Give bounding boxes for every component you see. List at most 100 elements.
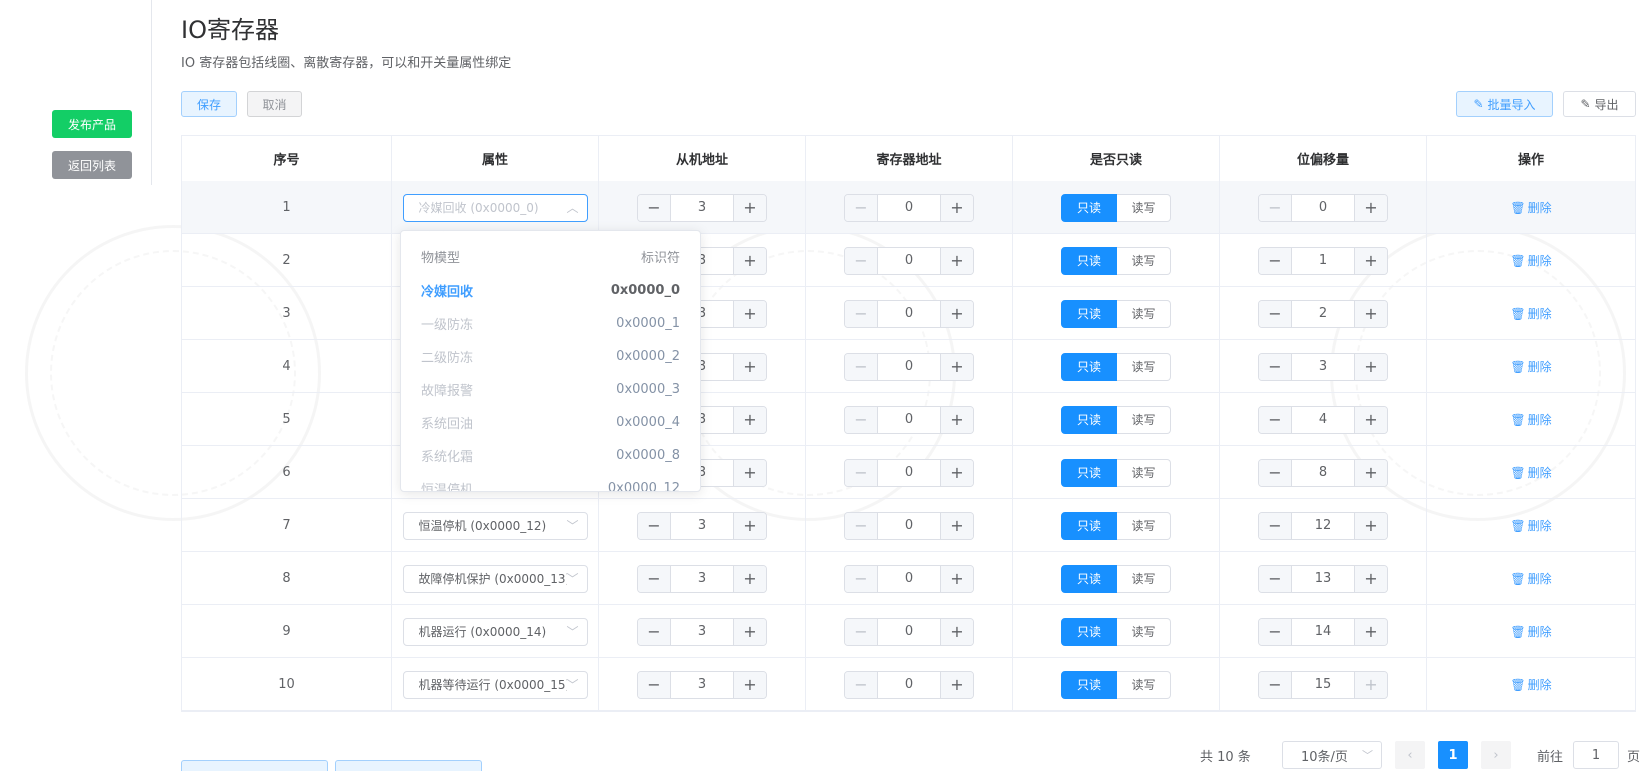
readonly-option[interactable]: 只读 [1061,193,1117,222]
decrement-button[interactable]: − [845,565,878,592]
readwrite-option[interactable]: 读写 [1117,405,1171,434]
slave-address-input[interactable]: 3 [671,672,733,698]
increment-button[interactable]: + [733,671,766,698]
increment-button[interactable]: + [733,247,766,274]
readonly-option[interactable]: 只读 [1061,564,1117,593]
readwrite-option[interactable]: 读写 [1117,617,1171,646]
readonly-option[interactable]: 只读 [1061,617,1117,646]
decrement-button[interactable]: − [845,512,878,539]
decrement-button[interactable]: − [1259,459,1292,486]
decrement-button[interactable]: − [1259,194,1292,221]
register-address-input[interactable]: 0 [878,619,940,645]
property-select[interactable]: 故障停机保护 (0x0000_13) ﹀ [402,564,588,593]
increment-button[interactable]: + [1354,406,1387,433]
delete-button[interactable]: 🗑 删除 [1510,252,1551,269]
export-button[interactable]: ✎ 导出 [1563,91,1636,117]
readwrite-option[interactable]: 读写 [1117,511,1171,540]
slave-address-input[interactable]: 3 [671,619,733,645]
dropdown-option[interactable]: 恒温停机 0x0000_12 [401,471,700,492]
bit-offset-input[interactable]: 8 [1292,460,1354,486]
increment-button[interactable]: + [1354,618,1387,645]
increment-button[interactable]: + [940,565,973,592]
save-button[interactable]: 保存 [181,91,237,117]
register-address-input[interactable]: 0 [878,460,940,486]
readwrite-option[interactable]: 读写 [1117,193,1171,222]
decrement-button[interactable]: − [845,300,878,327]
decrement-button[interactable]: − [638,671,671,698]
decrement-button[interactable]: − [845,671,878,698]
publish-product-button[interactable]: 发布产品 [52,110,132,138]
register-address-input[interactable]: 0 [878,672,940,698]
property-select[interactable]: 机器运行 (0x0000_14) ﹀ [402,617,588,646]
delete-button[interactable]: 🗑 删除 [1510,464,1551,481]
increment-button[interactable]: + [940,512,973,539]
bit-offset-input[interactable]: 1 [1292,248,1354,274]
bit-offset-input[interactable]: 3 [1292,354,1354,380]
readonly-option[interactable]: 只读 [1061,670,1117,699]
increment-button[interactable]: + [940,671,973,698]
decrement-button[interactable]: − [638,194,671,221]
increment-button[interactable]: + [1354,459,1387,486]
register-address-input[interactable]: 0 [878,354,940,380]
readwrite-option[interactable]: 读写 [1117,246,1171,275]
increment-button[interactable]: + [733,618,766,645]
dropdown-option[interactable]: 冷媒回收 0x0000_0 [401,273,700,307]
decrement-button[interactable]: − [1259,406,1292,433]
readwrite-option[interactable]: 读写 [1117,352,1171,381]
increment-button[interactable]: + [940,247,973,274]
increment-button[interactable]: + [940,300,973,327]
increment-button[interactable]: + [1354,565,1387,592]
delete-button[interactable]: 🗑 删除 [1510,676,1551,693]
increment-button[interactable]: + [1354,194,1387,221]
delete-button[interactable]: 🗑 删除 [1510,411,1551,428]
increment-button[interactable]: + [733,194,766,221]
property-select[interactable]: 恒温停机 (0x0000_12) ﹀ [402,511,588,540]
decrement-button[interactable]: − [638,618,671,645]
readonly-option[interactable]: 只读 [1061,405,1117,434]
readwrite-option[interactable]: 读写 [1117,299,1171,328]
increment-button[interactable]: + [1354,300,1387,327]
readonly-option[interactable]: 只读 [1061,299,1117,328]
decrement-button[interactable]: − [1259,671,1292,698]
increment-button[interactable]: + [1354,671,1387,698]
dropdown-option[interactable]: 系统回油 0x0000_4 [401,405,700,439]
decrement-button[interactable]: − [1259,300,1292,327]
increment-button[interactable]: + [940,618,973,645]
cancel-button[interactable]: 取消 [247,91,302,117]
readwrite-option[interactable]: 读写 [1117,670,1171,699]
increment-button[interactable]: + [733,300,766,327]
readonly-option[interactable]: 只读 [1061,511,1117,540]
dropdown-option[interactable]: 二级防冻 0x0000_2 [401,339,700,373]
slave-address-input[interactable]: 3 [671,195,733,221]
increment-button[interactable]: + [1354,353,1387,380]
dropdown-option[interactable]: 一级防冻 0x0000_1 [401,306,700,340]
bit-offset-input[interactable]: 13 [1292,566,1354,592]
increment-button[interactable]: + [940,353,973,380]
decrement-button[interactable]: − [1259,353,1292,380]
bit-offset-input[interactable]: 4 [1292,407,1354,433]
increment-button[interactable]: + [1354,512,1387,539]
property-select[interactable]: 机器等待运行 (0x0000_15) ﹀ [402,670,588,699]
decrement-button[interactable]: − [1259,618,1292,645]
decrement-button[interactable]: − [638,512,671,539]
increment-button[interactable]: + [940,459,973,486]
register-address-input[interactable]: 0 [878,407,940,433]
decrement-button[interactable]: − [845,353,878,380]
readonly-option[interactable]: 只读 [1061,458,1117,487]
dropdown-option[interactable]: 系统化霜 0x0000_8 [401,438,700,472]
increment-button[interactable]: + [940,194,973,221]
readwrite-option[interactable]: 读写 [1117,564,1171,593]
increment-button[interactable]: + [733,406,766,433]
register-address-input[interactable]: 0 [878,513,940,539]
delete-button[interactable]: 🗑 删除 [1510,623,1551,640]
increment-button[interactable]: + [733,512,766,539]
bit-offset-input[interactable]: 0 [1292,195,1354,221]
slave-address-input[interactable]: 3 [671,513,733,539]
delete-button[interactable]: 🗑 删除 [1510,358,1551,375]
decrement-button[interactable]: − [845,459,878,486]
delete-button[interactable]: 🗑 删除 [1510,570,1551,587]
back-to-list-button[interactable]: 返回列表 [52,151,132,179]
dropdown-option[interactable]: 故障报警 0x0000_3 [401,372,700,406]
register-address-input[interactable]: 0 [878,301,940,327]
batch-import-button[interactable]: ✎ 批量导入 [1456,91,1553,117]
